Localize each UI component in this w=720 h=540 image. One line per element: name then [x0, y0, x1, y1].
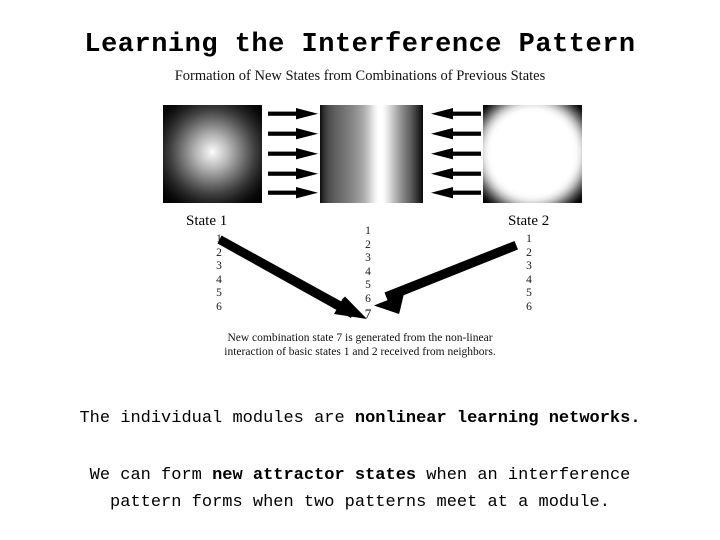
panel-interference: [320, 105, 423, 203]
arrow-left-glyph-group: [431, 108, 481, 199]
body-paragraph-2: We can form new attractor states when an…: [0, 462, 720, 516]
arrow-from-state-2-icon: [374, 241, 518, 314]
state-2-gradient-image: [483, 105, 582, 203]
state-1-gradient-image: [163, 105, 262, 203]
new-state-number: 7: [364, 305, 372, 321]
figure-caption: New combination state 7 is generated fro…: [0, 331, 720, 359]
figure-caption-line-2: interaction of basic states 1 and 2 rece…: [224, 346, 496, 358]
panel-state-2: [483, 105, 582, 203]
panel-state-1: [163, 105, 262, 203]
state-1-number-column: 1 2 3 4 5 6: [212, 233, 226, 315]
list-item: 4: [216, 273, 222, 286]
list-item: 3: [216, 260, 222, 273]
body-p2-line-1: We can form new attractor states when an…: [0, 462, 720, 489]
combined-number-column: 1 2 3 4 5 6 7: [361, 225, 375, 320]
list-item: 1: [526, 233, 532, 245]
list-item: 2: [365, 238, 371, 251]
body-p2-suffix: when an interference: [416, 466, 631, 485]
body-paragraph-1: The individual modules are nonlinear lea…: [0, 405, 720, 432]
list-item: 1: [365, 225, 371, 237]
state-2-number-column: 1 2 3 4 5 6: [522, 233, 536, 315]
figure-caption-line-1: New combination state 7 is generated fro…: [227, 332, 493, 344]
body-p2-prefix: We can form: [89, 466, 213, 485]
arrow-right-glyph-group: [268, 108, 318, 199]
label-state-2: State 2: [508, 213, 550, 229]
body-p1-prefix: The individual modules are: [79, 409, 355, 428]
list-item: 5: [216, 287, 222, 300]
list-item: 6: [526, 300, 532, 313]
list-item: 2: [526, 246, 532, 259]
figure-diagram: State 1 State 2 1 2 3 4 5 6 1 2 3 4 5 6 …: [0, 0, 720, 380]
label-state-1: State 1: [186, 213, 228, 229]
arrow-from-state-1-icon: [217, 235, 367, 319]
list-item: 6: [216, 300, 222, 313]
body-p2-emphasis: new attractor states: [212, 466, 417, 485]
body-p2-line-2: pattern forms when two patterns meet at …: [110, 493, 610, 512]
arrows-right-to-left: [427, 105, 483, 203]
body-p1-emphasis: nonlinear learning networks.: [354, 409, 641, 428]
interference-fringe-image: [320, 105, 423, 203]
list-item: 5: [526, 287, 532, 300]
list-item: 5: [365, 279, 371, 292]
list-item: 6: [365, 292, 371, 305]
list-item: 4: [365, 265, 371, 278]
list-item: 2: [216, 246, 222, 259]
list-item: 1: [216, 233, 222, 245]
arrows-left-to-right: [266, 105, 322, 203]
list-item: 3: [526, 260, 532, 273]
list-item: 4: [526, 273, 532, 286]
list-item: 3: [365, 252, 371, 265]
slide-canvas: Learning the Interference Pattern Format…: [0, 0, 720, 540]
